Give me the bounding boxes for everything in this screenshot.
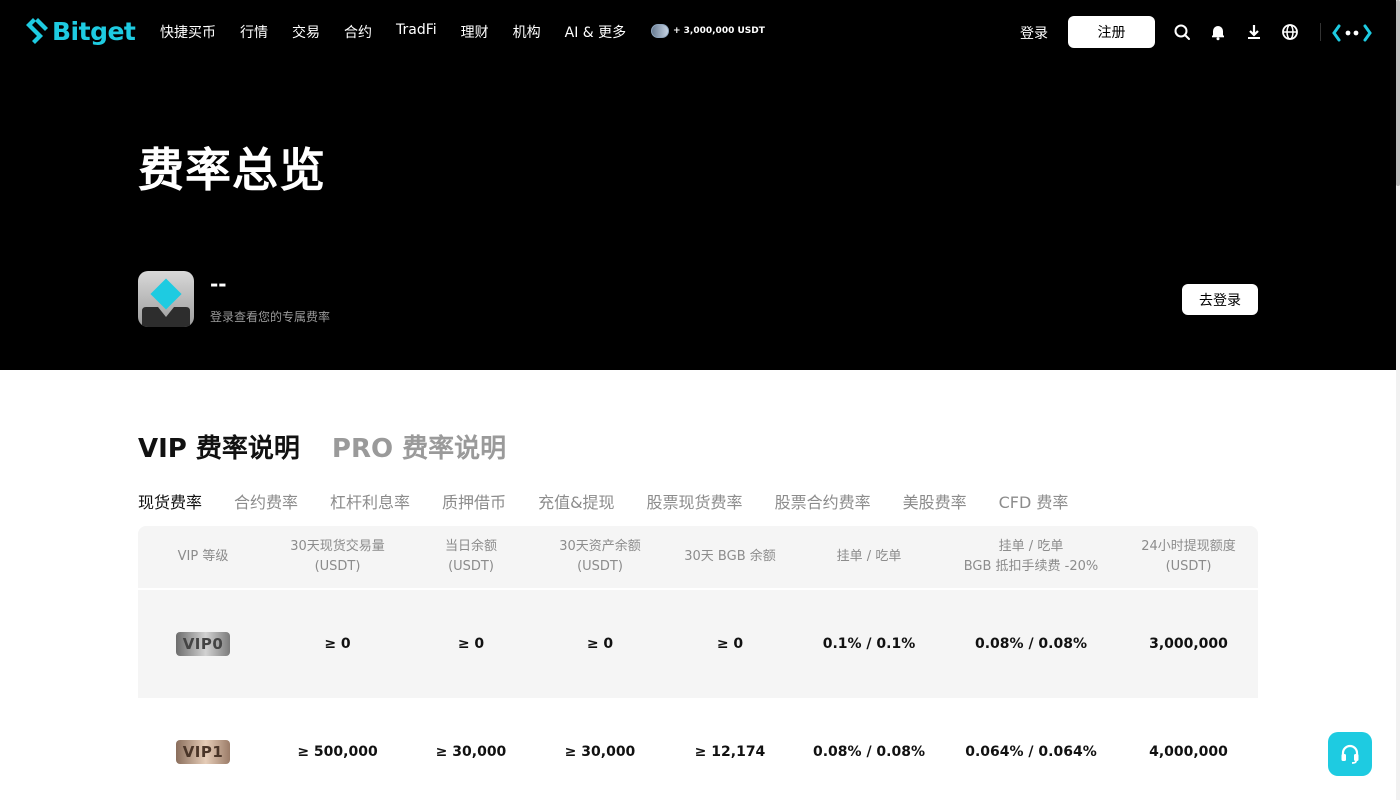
column-header-30d-bgb-balance: 30天 BGB 余额 — [684, 549, 776, 564]
cell-daily-balance: ≥ 30,000 — [435, 744, 507, 760]
cell-maker-taker-bgb: 0.064% / 0.064% — [965, 744, 1097, 760]
avatar — [138, 271, 194, 327]
bitget-logo[interactable]: Bitget — [24, 16, 136, 46]
cell-bgb-balance: ≥ 0 — [716, 636, 744, 652]
login-link[interactable]: 登录 — [1020, 23, 1048, 43]
tab-stock-spot-fees[interactable]: 股票现货费率 — [647, 489, 743, 513]
nav-item-ai-more[interactable]: AI & 更多 — [565, 22, 627, 42]
nav-item-trade[interactable]: 交易 — [292, 22, 320, 42]
page-title: 费率总览 — [138, 143, 326, 197]
cell-daily-balance: ≥ 0 — [457, 636, 485, 652]
nav-item-earn[interactable]: 理财 — [461, 22, 489, 42]
tab-us-stock-fees[interactable]: 美股费率 — [903, 489, 967, 513]
fee-category-tabs: 现货费率 合约费率 杠杆利息率 质押借币 充值&提现 股票现货费率 股票合约费率… — [138, 489, 1100, 513]
tab-spot-fees[interactable]: 现货费率 — [138, 489, 202, 513]
go-login-button[interactable]: 去登录 — [1182, 284, 1258, 315]
vip-level-badge: VIP1 — [176, 740, 230, 764]
user-name: -- — [210, 272, 227, 296]
nav-item-quick-buy[interactable]: 快捷买币 — [160, 22, 216, 42]
vip-level-badge: VIP0 — [176, 632, 230, 656]
fee-section-tabs: VIP 费率说明 PRO 费率说明 — [138, 428, 538, 465]
column-header-maker-taker-bgb: 挂单 / 吃单 BGB 抵扣手续费 -20% — [963, 539, 1099, 574]
cell-asset-balance: ≥ 30,000 — [564, 744, 636, 760]
search-icon[interactable] — [1172, 22, 1192, 42]
cell-maker-taker-bgb: 0.08% / 0.08% — [975, 636, 1087, 652]
fee-table: VIP 等级 30天现货交易量 (USDT) 当日余额 (USDT) 30天资产余额… — [138, 526, 1258, 800]
scrollbar-thumb[interactable] — [1396, 0, 1400, 186]
customer-support-button[interactable] — [1328, 732, 1372, 776]
nav-item-institutional[interactable]: 机构 — [513, 22, 541, 42]
nav-item-futures[interactable]: 合约 — [344, 22, 372, 42]
main-nav: 快捷买币 行情 交易 合约 TradFi 理财 机构 AI & 更多 — [160, 22, 650, 42]
tab-crypto-loans[interactable]: 质押借币 — [442, 489, 506, 513]
tab-vip-fees[interactable]: VIP 费率说明 — [138, 428, 300, 465]
hero-section: 费率总览 -- 登录查看您的专属费率 去登录 — [0, 64, 1396, 370]
cell-maker-taker: 0.1% / 0.1% — [822, 636, 916, 652]
user-hint: 登录查看您的专属费率 — [210, 310, 331, 324]
column-header-withdraw-limit: 24小时提现额度 (USDT) — [1141, 539, 1236, 574]
cell-withdraw-limit: 4,000,000 — [1149, 744, 1228, 760]
cell-bgb-balance: ≥ 12,174 — [694, 744, 766, 760]
globe-icon[interactable] — [1280, 22, 1300, 42]
column-header-daily-balance: 当日余额 (USDT) — [444, 539, 497, 574]
register-button[interactable]: 注册 — [1068, 16, 1155, 48]
nav-item-markets[interactable]: 行情 — [240, 22, 268, 42]
column-header-30d-volume: 30天现货交易量 (USDT) — [290, 539, 385, 574]
promo-coin-icon — [651, 24, 669, 38]
tab-deposit-withdraw[interactable]: 充值&提现 — [538, 489, 614, 513]
cell-volume: ≥ 500,000 — [297, 744, 378, 760]
top-navigation-bar: Bitget 快捷买币 行情 交易 合约 TradFi 理财 机构 AI & 更… — [0, 0, 1396, 64]
column-header-maker-taker: 挂单 / 吃单 — [836, 549, 902, 564]
ai-assistant-icon[interactable] — [1332, 24, 1372, 42]
bell-icon[interactable] — [1208, 22, 1228, 42]
column-header-30d-asset-balance: 30天资产余额 (USDT) — [559, 539, 641, 574]
table-row: VIP0 ≥ 0 ≥ 0 ≥ 0 ≥ 0 0.1% / 0.1% 0.08% /… — [138, 590, 1258, 698]
cell-volume: ≥ 0 — [324, 636, 351, 652]
table-header: VIP 等级 30天现货交易量 (USDT) 当日余额 (USDT) 30天资产余额… — [138, 526, 1258, 588]
tab-margin-interest[interactable]: 杠杆利息率 — [330, 489, 410, 513]
cell-maker-taker: 0.08% / 0.08% — [813, 744, 925, 760]
default-avatar-icon — [142, 278, 190, 327]
bitget-logo-icon — [26, 18, 48, 44]
promo-banner[interactable]: + 3,000,000 USDT — [651, 24, 765, 38]
tab-stock-futures-fees[interactable]: 股票合约费率 — [775, 489, 871, 513]
brand-name: Bitget — [52, 16, 136, 46]
download-icon[interactable] — [1244, 22, 1264, 42]
promo-text: + 3,000,000 USDT — [673, 26, 765, 36]
header-divider — [1320, 23, 1321, 41]
cell-withdraw-limit: 3,000,000 — [1149, 636, 1228, 652]
tab-cfd-fees[interactable]: CFD 费率 — [999, 489, 1069, 513]
cell-asset-balance: ≥ 0 — [586, 636, 614, 652]
table-row: VIP1 ≥ 500,000 ≥ 30,000 ≥ 30,000 ≥ 12,17… — [138, 698, 1258, 800]
nav-item-tradfi[interactable]: TradFi — [396, 22, 437, 42]
tab-pro-fees[interactable]: PRO 费率说明 — [332, 428, 506, 465]
headset-icon — [1341, 744, 1359, 764]
column-header-vip-level: VIP 等级 — [177, 549, 229, 564]
tab-futures-fees[interactable]: 合约费率 — [234, 489, 298, 513]
